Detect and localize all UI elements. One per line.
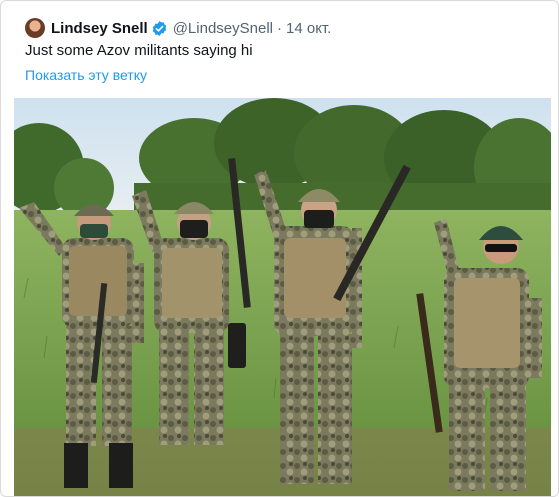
show-thread-link[interactable]: Показать эту ветку <box>25 67 147 83</box>
separator-dot: · <box>277 19 282 37</box>
author-handle[interactable]: @LindseySnell <box>173 20 273 37</box>
tweet-text: Just some Azov militants saying hi <box>25 42 253 59</box>
tweet-card[interactable]: Lindsey Snell @LindseySnell · 14 окт. Ju… <box>0 0 559 497</box>
tweet-date[interactable]: 14 окт. <box>286 20 331 37</box>
verified-badge-icon <box>152 20 166 36</box>
author-avatar[interactable] <box>25 18 45 38</box>
author-name[interactable]: Lindsey Snell <box>51 20 148 37</box>
tweet-photo[interactable] <box>14 98 551 496</box>
tweet-header: Lindsey Snell @LindseySnell · 14 окт. <box>25 17 331 39</box>
photo-illustration <box>14 98 551 496</box>
